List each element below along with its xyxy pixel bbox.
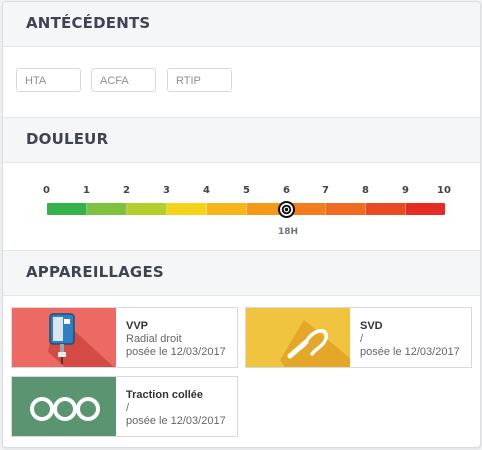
antecedent-tag-acfa[interactable]: ACFA <box>91 68 156 92</box>
appareillages-header: APPAREILLAGES <box>3 250 480 296</box>
catheter-icon <box>246 308 350 367</box>
traction-icon <box>12 377 116 436</box>
device-image <box>12 377 116 436</box>
antecedent-tag-rtip[interactable]: RTIP <box>167 68 232 92</box>
device-info: VVP Radial droit posée le 12/03/2017 <box>126 320 226 359</box>
pain-marker-time: 18H <box>278 227 299 237</box>
device-card-svd[interactable]: SVD / posée le 12/03/2017 <box>245 307 472 368</box>
device-name: SVD <box>360 320 383 332</box>
antecedents-title: ANTÉCÉDENTS <box>26 14 151 32</box>
iv-bag-icon <box>12 308 116 367</box>
device-name: VVP <box>126 320 149 332</box>
pain-marker-icon[interactable] <box>277 200 296 219</box>
scale-label: 5 <box>243 185 250 196</box>
antecedents-header: ANTÉCÉDENTS <box>3 2 480 47</box>
scale-label: 4 <box>203 185 210 196</box>
device-name: Traction collée <box>126 389 204 401</box>
device-image <box>12 308 116 367</box>
scale-label: 10 <box>437 185 451 196</box>
scale-label: 0 <box>43 185 50 196</box>
pain-scale-segment[interactable] <box>47 203 87 215</box>
device-location: / <box>360 333 364 345</box>
device-date: posée le 12/03/2017 <box>126 346 226 358</box>
scale-label: 2 <box>123 185 130 196</box>
device-location: / <box>126 402 130 414</box>
pain-scale-segment[interactable] <box>206 203 247 215</box>
pain-scale-segment[interactable] <box>86 203 127 215</box>
device-info: Traction collée / posée le 12/03/2017 <box>126 389 226 428</box>
device-location: Radial droit <box>126 333 182 345</box>
device-card-vvp[interactable]: VVP Radial droit posée le 12/03/2017 <box>11 307 238 368</box>
antecedent-tag-hta[interactable]: HTA <box>16 68 81 92</box>
device-info: SVD / posée le 12/03/2017 <box>360 320 460 359</box>
appareillages-title: APPAREILLAGES <box>26 263 164 281</box>
pain-scale-segment[interactable] <box>166 203 207 215</box>
scale-label: 1 <box>83 185 90 196</box>
device-image <box>246 308 350 367</box>
device-date: posée le 12/03/2017 <box>360 346 460 358</box>
scale-label: 8 <box>362 185 369 196</box>
scale-label: 9 <box>402 185 409 196</box>
pain-scale-segment[interactable] <box>326 203 367 215</box>
scale-label: 7 <box>322 185 329 196</box>
scale-label: 6 <box>283 185 290 196</box>
pain-scale-bar[interactable] <box>47 203 445 215</box>
pain-scale-segment[interactable] <box>406 203 445 215</box>
patient-card: ANTÉCÉDENTS HTA ACFA RTIP DOULEUR 0 1 2 … <box>2 1 481 448</box>
device-card-traction[interactable]: Traction collée / posée le 12/03/2017 <box>11 376 238 437</box>
douleur-title: DOULEUR <box>26 130 109 148</box>
pain-scale-segment[interactable] <box>126 203 167 215</box>
device-date: posée le 12/03/2017 <box>126 415 226 427</box>
douleur-header: DOULEUR <box>3 117 480 163</box>
pain-scale-segment[interactable] <box>366 203 407 215</box>
scale-label: 3 <box>163 185 170 196</box>
